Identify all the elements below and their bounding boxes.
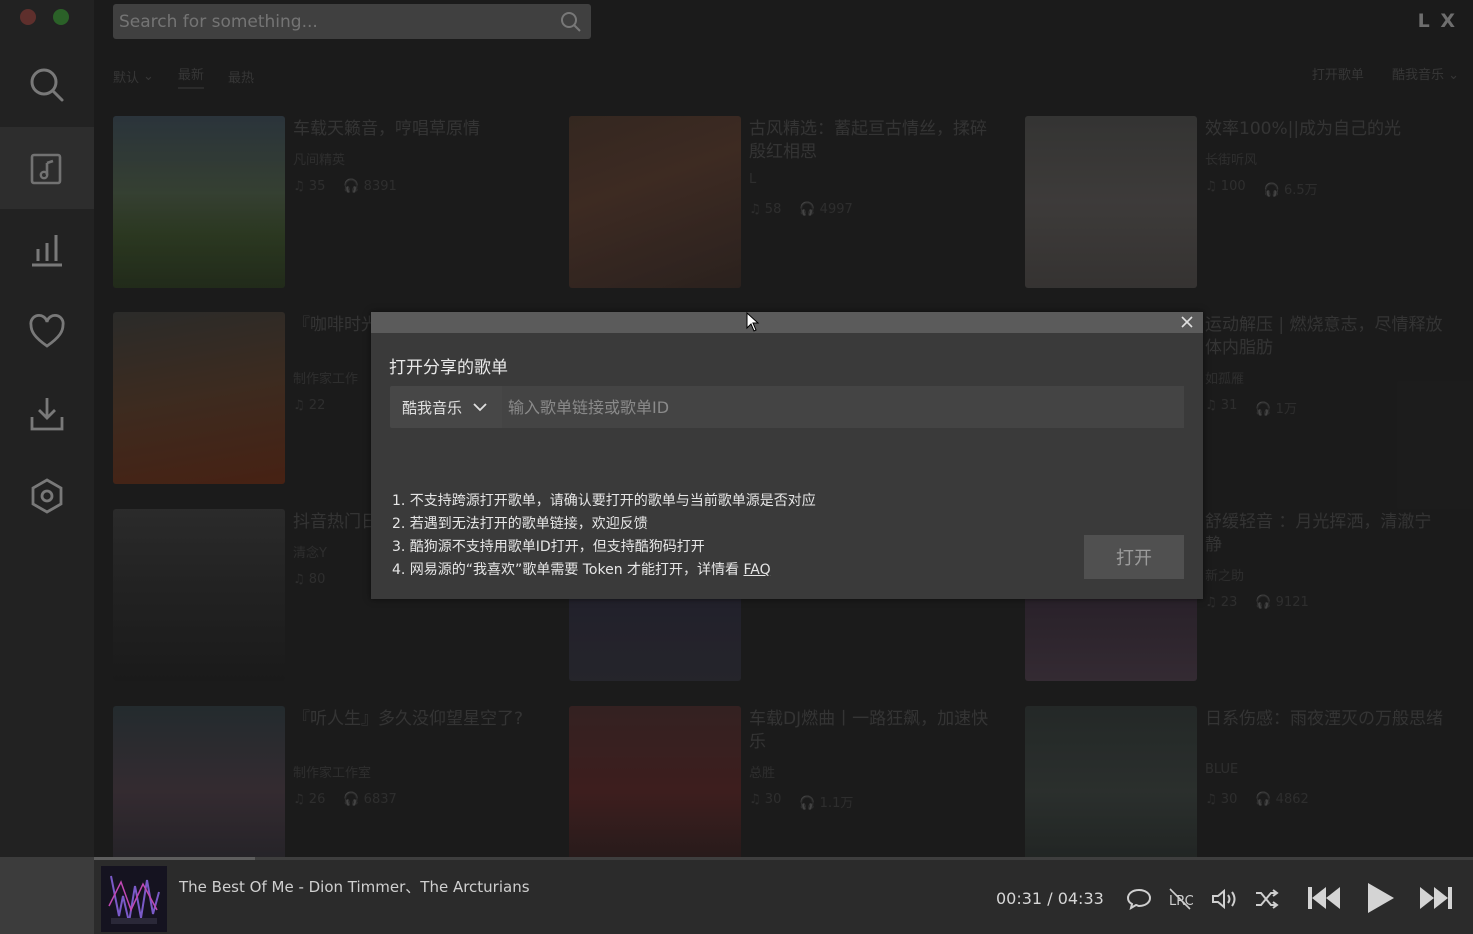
lyrics-button[interactable]: LRC	[1168, 887, 1194, 911]
mouse-cursor-icon	[746, 312, 760, 332]
total-time: 04:33	[1057, 889, 1104, 908]
album-cover[interactable]	[101, 866, 167, 932]
tip-line: 3. 酷狗源不支持用歌单ID打开，但支持酷狗码打开	[392, 539, 705, 555]
faq-link[interactable]: FAQ	[744, 562, 771, 578]
progress-fill	[94, 857, 256, 860]
next-button[interactable]	[1418, 883, 1454, 913]
source-select-value: 酷我音乐	[402, 398, 463, 417]
previous-button[interactable]	[1306, 883, 1342, 913]
play-icon	[1368, 883, 1394, 913]
dialog-titlebar	[371, 312, 1203, 333]
chevron-down-icon	[473, 403, 487, 412]
playlist-link-input[interactable]	[502, 386, 1184, 428]
tip-line: 2. 若遇到无法打开的歌单链接，欢迎反馈	[392, 516, 648, 532]
track-title: The Best Of Me - Dion Timmer、The Arcturi…	[179, 878, 530, 896]
tip-text: 4. 网易源的“我喜欢”歌单需要 Token 才能打开，详情看	[392, 562, 744, 578]
lyrics-icon: LRC	[1169, 888, 1194, 910]
svg-text:LRC: LRC	[1169, 894, 1194, 909]
progress-bar[interactable]	[94, 857, 1473, 860]
time-display: 00:31 / 04:33	[996, 889, 1104, 908]
player-bar: The Best Of Me - Dion Timmer、The Arcturi…	[94, 857, 1473, 934]
current-time: 00:31	[996, 889, 1043, 908]
source-select[interactable]: 酷我音乐	[390, 386, 502, 428]
dialog-title: 打开分享的歌单	[389, 358, 508, 378]
tip-line: 4. 网易源的“我喜欢”歌单需要 Token 才能打开，详情看 FAQ	[392, 559, 816, 582]
open-button[interactable]: 打开	[1084, 535, 1184, 579]
next-icon	[1420, 887, 1452, 909]
play-button[interactable]	[1362, 881, 1396, 915]
previous-icon	[1308, 887, 1340, 909]
comment-icon	[1126, 888, 1152, 911]
comment-button[interactable]	[1126, 887, 1152, 911]
shuffle-button[interactable]	[1254, 887, 1280, 911]
tip-line: 1. 不支持跨源打开歌单，请确认要打开的歌单与当前歌单源是否对应	[392, 493, 816, 509]
open-playlist-dialog: 打开分享的歌单 酷我音乐 1. 不支持跨源打开歌单，请确认要打开的歌单与当前歌单…	[371, 312, 1203, 599]
close-icon[interactable]	[1179, 314, 1195, 330]
shuffle-icon	[1256, 889, 1279, 909]
dialog-tips: 1. 不支持跨源打开歌单，请确认要打开的歌单与当前歌单源是否对应 2. 若遇到无…	[392, 490, 816, 582]
volume-icon	[1212, 888, 1236, 910]
volume-button[interactable]	[1210, 887, 1240, 911]
time-separator: /	[1047, 889, 1053, 908]
